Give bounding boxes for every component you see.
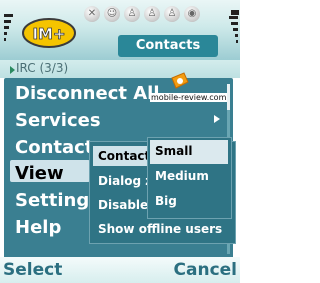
softkey-bar: Select Cancel xyxy=(0,257,240,283)
cancel-softkey[interactable]: Cancel xyxy=(174,260,237,280)
size-submenu: Small Medium Big xyxy=(147,137,232,219)
watermark: mobile-review.com xyxy=(150,93,228,102)
battery-bars-icon xyxy=(228,16,238,61)
submenu-item-medium[interactable]: Medium xyxy=(155,169,209,183)
page-title: Contacts xyxy=(118,35,218,57)
expand-triangle-icon xyxy=(10,66,15,74)
eye-status-icon: ◉ xyxy=(184,6,200,22)
close-status-icon: ✕ xyxy=(84,6,100,22)
smiley-status-icon: ☺ xyxy=(104,6,120,22)
submenu-item-dialog[interactable]: Dialog z xyxy=(98,174,152,188)
watermark-badge-icon xyxy=(171,72,189,89)
select-softkey[interactable]: Select xyxy=(3,260,62,280)
menu-item-disconnect-all[interactable]: Disconnect All xyxy=(15,83,160,104)
person-status-icon: ♙ xyxy=(164,6,180,22)
submenu-item-small[interactable]: Small xyxy=(155,144,192,158)
signal-bars-icon xyxy=(4,14,14,59)
status-icons: ✕ ☺ ♙ ♙ ♙ ◉ xyxy=(84,4,200,24)
submenu-item-disable[interactable]: Disable xyxy=(98,198,148,212)
submenu-item-show-offline-users[interactable]: Show offline users xyxy=(98,222,222,236)
person-status-icon: ♙ xyxy=(124,6,140,22)
scrollbar-thumb[interactable] xyxy=(227,84,230,110)
menu-item-settings[interactable]: Settings xyxy=(15,190,100,211)
menu-item-help[interactable]: Help xyxy=(15,217,61,238)
list-item-label: IRC (3/3) xyxy=(16,61,69,75)
menu-item-services[interactable]: Services xyxy=(15,110,101,131)
submenu-item-contact[interactable]: Contact xyxy=(98,149,150,163)
svg-text:IM+: IM+ xyxy=(32,25,65,43)
person-status-icon: ♙ xyxy=(144,6,160,22)
status-bar: IM+ ✕ ☺ ♙ ♙ ♙ ◉ Contacts xyxy=(0,0,240,65)
list-item[interactable]: IRC (3/3) xyxy=(0,60,240,78)
menu-item-view[interactable]: View xyxy=(15,163,64,184)
im-plus-logo: IM+ xyxy=(22,18,76,48)
battery-terminal-icon xyxy=(231,10,239,15)
submenu-item-big[interactable]: Big xyxy=(155,194,177,208)
screen: IM+ ✕ ☺ ♙ ♙ ♙ ◉ Contacts IRC (3/3) Disco… xyxy=(0,0,240,283)
submenu-arrow-icon xyxy=(214,115,220,123)
